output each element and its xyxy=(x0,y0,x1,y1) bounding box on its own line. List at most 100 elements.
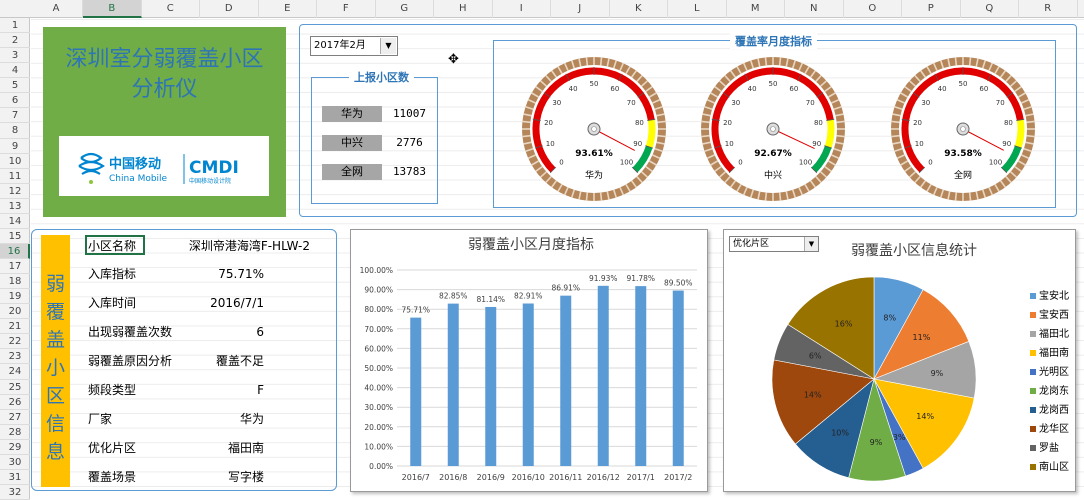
vendor-label-zte: 中兴 xyxy=(322,135,382,151)
column-header-b[interactable]: B xyxy=(83,0,142,18)
bar-ytick-label: 40.00% xyxy=(364,384,393,393)
gauge-tick-label: 60 xyxy=(610,85,619,93)
column-header-j[interactable]: J xyxy=(551,0,610,18)
row-header-3[interactable]: 3 xyxy=(0,48,30,64)
gauge-tick-label: 0 xyxy=(559,159,563,167)
info-side-char: 盖 xyxy=(45,329,65,351)
row-header-13[interactable]: 13 xyxy=(0,199,30,214)
column-header-q[interactable]: Q xyxy=(961,0,1019,18)
column-header-h[interactable]: H xyxy=(434,0,493,18)
pie-chart[interactable]: 优化片区 ▼ 弱覆盖小区信息统计 8% 11% 9% 14% 3% 9% 10% 14% 6% 16… xyxy=(723,229,1076,492)
legend-swatch-icon xyxy=(1030,350,1036,356)
month-select[interactable]: 2017年2月 ▼ xyxy=(310,36,398,56)
legend-label: 福田北 xyxy=(1039,329,1069,340)
row-header-5[interactable]: 5 xyxy=(0,78,30,94)
bar-xtick-label: 2016/11 xyxy=(549,473,582,482)
vendor-label-huawei: 华为 xyxy=(322,106,382,122)
monthly-bar-chart[interactable]: 弱覆盖小区月度指标 0.00% 10.00% 20.00% 30.00% 40.00% 50… xyxy=(350,229,708,492)
gauge-rim-texture xyxy=(968,192,972,201)
month-select-value: 2017年2月 xyxy=(314,40,366,51)
column-header-n[interactable]: N xyxy=(785,0,844,18)
column-header-e[interactable]: E xyxy=(259,0,317,18)
info-field-value: 2016/7/1 xyxy=(210,296,264,310)
row-header-21[interactable]: 21 xyxy=(0,319,30,335)
gauge-tick-label: 70 xyxy=(996,99,1005,107)
row-header-26[interactable]: 26 xyxy=(0,395,30,410)
gauge-label: 全网 xyxy=(954,169,972,181)
gauge-rim-texture xyxy=(891,120,900,124)
column-header-f[interactable]: F xyxy=(317,0,376,18)
gauge-rim-texture xyxy=(585,57,589,66)
row-header-25[interactable]: 25 xyxy=(0,380,30,395)
row-header-17[interactable]: 17 xyxy=(0,259,30,275)
row-header-24[interactable]: 24 xyxy=(0,364,30,380)
row-header-2[interactable]: 2 xyxy=(0,33,30,49)
bar-xtick-label: 2016/9 xyxy=(477,473,505,482)
row-header-14[interactable]: 14 xyxy=(0,214,30,229)
bar-data-label: 91.93% xyxy=(589,274,618,283)
row-header-27[interactable]: 27 xyxy=(0,410,30,425)
gauge-rim-texture xyxy=(522,120,531,124)
column-header-k[interactable]: K xyxy=(610,0,668,18)
row-header-31[interactable]: 31 xyxy=(0,470,30,485)
row-header-8[interactable]: 8 xyxy=(0,123,30,139)
row-header-29[interactable]: 29 xyxy=(0,440,30,455)
dropdown-arrow-icon[interactable]: ▼ xyxy=(804,237,818,251)
column-header-r[interactable]: R xyxy=(1019,0,1078,18)
info-side-char: 信 xyxy=(45,413,65,435)
info-field-value: 6 xyxy=(256,325,264,339)
dropdown-arrow-icon[interactable]: ▼ xyxy=(380,38,396,54)
column-header-l[interactable]: L xyxy=(668,0,727,18)
gauge-tick-label: 50 xyxy=(959,80,968,88)
row-header-22[interactable]: 22 xyxy=(0,334,30,350)
row-header-12[interactable]: 12 xyxy=(0,184,30,199)
bar-data-label: 86.91% xyxy=(551,284,580,293)
row-header-6[interactable]: 6 xyxy=(0,93,30,109)
bar-chart-title: 弱覆盖小区月度指标 xyxy=(468,237,594,253)
column-header-a[interactable]: A xyxy=(30,0,83,18)
row-header-1[interactable]: 1 xyxy=(0,18,30,34)
column-header-m[interactable]: M xyxy=(727,0,785,18)
row-header-7[interactable]: 7 xyxy=(0,108,30,124)
pie-legend-item: 宝安西 xyxy=(1030,309,1069,322)
row-header-30[interactable]: 30 xyxy=(0,455,30,470)
pie-legend-item: 龙华区 xyxy=(1030,423,1069,436)
row-header-23[interactable]: 23 xyxy=(0,349,30,365)
row-header-16[interactable]: 16 xyxy=(0,243,30,259)
info-field-value: 华为 xyxy=(239,412,264,426)
pie-legend-item: 龙岗东 xyxy=(1030,385,1069,398)
pie-slice-label: 6% xyxy=(809,352,822,361)
column-header-i[interactable]: I xyxy=(493,0,551,18)
row-header-15[interactable]: 15 xyxy=(0,229,30,244)
gauge-panel-title: 覆盖率月度指标 xyxy=(730,33,817,49)
gauge-rim-texture xyxy=(836,134,845,138)
row-header-28[interactable]: 28 xyxy=(0,425,30,440)
cell-name-value: 深圳帝港海湾F-HLW-2 xyxy=(188,239,310,253)
row-header-32[interactable]: 32 xyxy=(0,485,30,500)
row-header-19[interactable]: 19 xyxy=(0,289,30,305)
row-header-20[interactable]: 20 xyxy=(0,304,30,320)
gauge-tick-label: 20 xyxy=(723,119,732,127)
row-header-18[interactable]: 18 xyxy=(0,274,30,290)
gauge-tick-label: 70 xyxy=(627,99,636,107)
row-header-10[interactable]: 10 xyxy=(0,154,30,169)
gauge-0: 0 10 20 30 40 50 60 70 80 90 100 93.61% 华为 xyxy=(522,57,666,201)
gauge-tick-label: 90 xyxy=(1002,140,1011,148)
info-field-value: 写字楼 xyxy=(227,470,264,484)
column-header-d[interactable]: D xyxy=(200,0,259,18)
pie-slice-label: 9% xyxy=(870,438,883,447)
gauge-tick-label: 80 xyxy=(635,119,644,127)
column-header-c[interactable]: C xyxy=(142,0,200,18)
row-header-9[interactable]: 9 xyxy=(0,139,30,154)
row-header-11[interactable]: 11 xyxy=(0,169,30,184)
gauge-label: 中兴 xyxy=(764,169,782,181)
pie-filter-select[interactable]: 优化片区 ▼ xyxy=(729,236,819,252)
column-header-g[interactable]: G xyxy=(376,0,434,18)
bar-ytick-label: 20.00% xyxy=(364,423,393,432)
gauge-tick-label: 0 xyxy=(738,159,742,167)
column-header-p[interactable]: P xyxy=(902,0,961,18)
gauge-rim-texture xyxy=(764,192,768,201)
column-header-o[interactable]: O xyxy=(844,0,902,18)
row-header-4[interactable]: 4 xyxy=(0,63,30,79)
bar-ytick-label: 100.00% xyxy=(360,266,393,275)
